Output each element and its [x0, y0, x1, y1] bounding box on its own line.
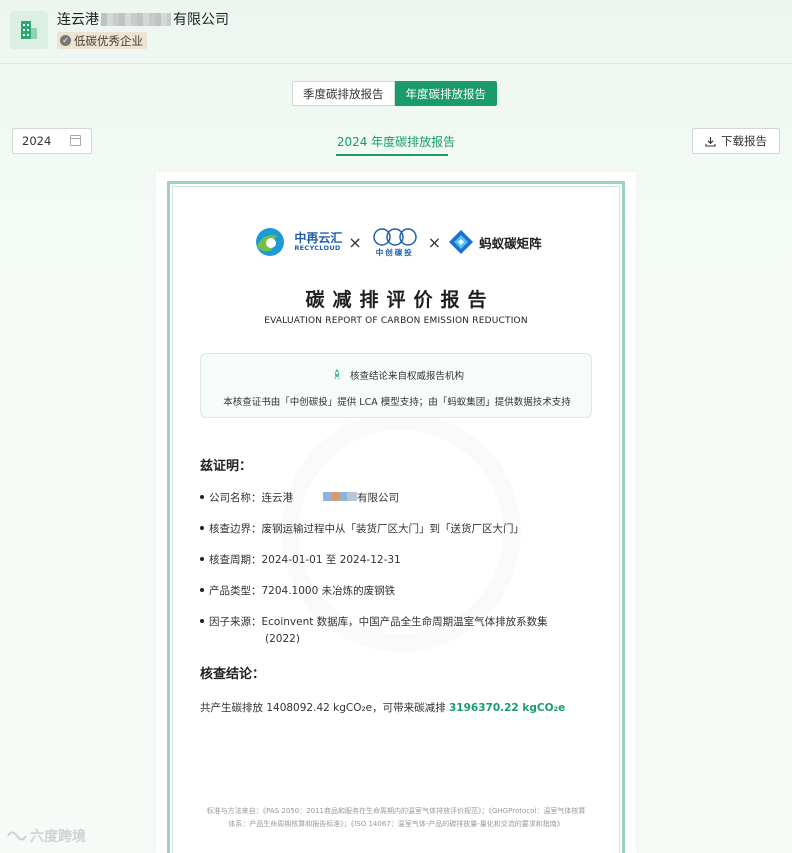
check-badge-icon: ✓	[60, 35, 71, 46]
boundary-text: 核查边界：废钢运输过程中从「装货厂区大门」到「送货厂区大门」	[209, 523, 524, 535]
redacted-mask	[323, 492, 357, 501]
rocket-icon	[333, 369, 340, 380]
notice-text: 本核查证书由「中创碳投」提供 LCA 模型支持；由「蚂蚁集团」提供数据技术支持	[223, 397, 571, 408]
conclusion-prefix: 共产生碳排放 1408092.42 kgCO₂e，可带来碳减排	[200, 702, 449, 714]
company-value-suffix: 有限公司	[357, 492, 399, 504]
recycloud-name-en: RECYCLOUD	[294, 244, 341, 252]
company-name: 连云港 有限公司	[57, 9, 229, 29]
zhongchuang-name: 中创碳投	[375, 247, 414, 257]
partner-logos: 中再云汇 RECYCLOUD × 中创碳投 × 蚂蚁碳矩阵	[156, 224, 636, 260]
product-text: 产品类型：7204.1000 未冶炼的废钢铁	[209, 585, 396, 597]
company-label: 公司名称：	[209, 492, 262, 504]
building-icon	[10, 11, 48, 49]
item-boundary: 核查边界：废钢运输过程中从「装货厂区大门」到「送货厂区大门」	[200, 521, 524, 537]
report-tabs: 季度碳排放报告 年度碳排放报告	[292, 81, 497, 106]
company-name-suffix: 有限公司	[173, 12, 229, 28]
period-text: 核查周期：2024-01-01 至 2024-12-31	[209, 554, 401, 566]
ant-carbon-icon	[449, 230, 474, 254]
notice-title: 核查结论来自权威报告机构	[201, 368, 593, 382]
item-period: 核查周期：2024-01-01 至 2024-12-31	[200, 552, 401, 568]
download-report-button[interactable]: 下载报告	[692, 128, 780, 154]
watermark-text: 六度跨境	[30, 829, 86, 845]
factor-text-continued: (2022)	[265, 633, 300, 645]
tab-quarterly-report[interactable]: 季度碳排放报告	[292, 81, 395, 106]
footnote-line-1: 标准与方法来自：《PAS 2050：2011商品和服务在生命周期内的温室气体排放…	[206, 807, 586, 815]
certificate-subtitle: EVALUATION REPORT OF CARBON EMISSION RED…	[264, 316, 528, 326]
certificate: 中再云汇 RECYCLOUD × 中创碳投 × 蚂蚁碳矩阵 碳减排评价报告 EV…	[156, 172, 636, 853]
times-separator: ×	[348, 232, 362, 252]
ant-carbon-logo: 蚂蚁碳矩阵	[447, 228, 542, 256]
reduction-value: 3196370.22 kgCO₂e	[449, 702, 566, 714]
conclusion-text: 共产生碳排放 1408092.42 kgCO₂e，可带来碳减排 3196370.…	[200, 700, 565, 715]
badge-label: 低碳优秀企业	[74, 33, 143, 48]
item-factor: 因子来源：Ecoinvent 数据库，中国产品全生命周期温室气体排放系数集	[200, 614, 548, 630]
company-value-prefix: 连云港	[261, 492, 294, 504]
times-separator: ×	[427, 232, 442, 252]
company-name-prefix: 连云港	[57, 12, 99, 28]
download-label: 下载报告	[721, 134, 767, 148]
standards-footnote: 标准与方法来自：《PAS 2050：2011商品和服务在生命周期内的温室气体排放…	[186, 805, 606, 831]
recycloud-name: 中再云汇	[294, 231, 343, 245]
footnote-line-2: 体系：产品生命周期核算和报告标准》；《ISO 14067：温室气体-产品的碳排放…	[228, 820, 564, 828]
recycloud-logo: 中再云汇 RECYCLOUD	[250, 226, 342, 258]
redacted-mask	[101, 12, 171, 26]
report-heading: 2024 年度碳排放报告	[336, 135, 456, 149]
site-watermark: 六度跨境	[6, 826, 86, 846]
zhongchuang-icon	[373, 227, 417, 246]
header: 连云港 有限公司 ✓ 低碳优秀企业	[0, 0, 792, 64]
certify-title: 兹证明：	[200, 459, 253, 474]
heading-underline	[336, 154, 448, 156]
notice-title-text: 核查结论来自权威报告机构	[349, 371, 464, 382]
download-icon	[705, 136, 716, 147]
item-company: 公司名称：连云港 有限公司	[200, 490, 399, 506]
recycloud-icon	[256, 228, 285, 256]
item-product: 产品类型：7204.1000 未冶炼的废钢铁	[200, 583, 395, 599]
zhongchuang-logo: 中创碳投	[368, 227, 422, 258]
ant-carbon-name: 蚂蚁碳矩阵	[479, 235, 542, 251]
low-carbon-badge: ✓ 低碳优秀企业	[57, 32, 147, 49]
authority-notice: 核查结论来自权威报告机构 本核查证书由「中创碳投」提供 LCA 模型支持；由「蚂…	[200, 353, 592, 418]
factor-text: 因子来源：Ecoinvent 数据库，中国产品全生命周期温室气体排放系数集	[209, 616, 548, 628]
watermark-logo-icon	[7, 831, 27, 841]
conclusion-title: 核查结论：	[200, 667, 266, 682]
certificate-title: 碳减排评价报告	[305, 289, 495, 311]
tab-annual-report[interactable]: 年度碳排放报告	[394, 81, 497, 106]
